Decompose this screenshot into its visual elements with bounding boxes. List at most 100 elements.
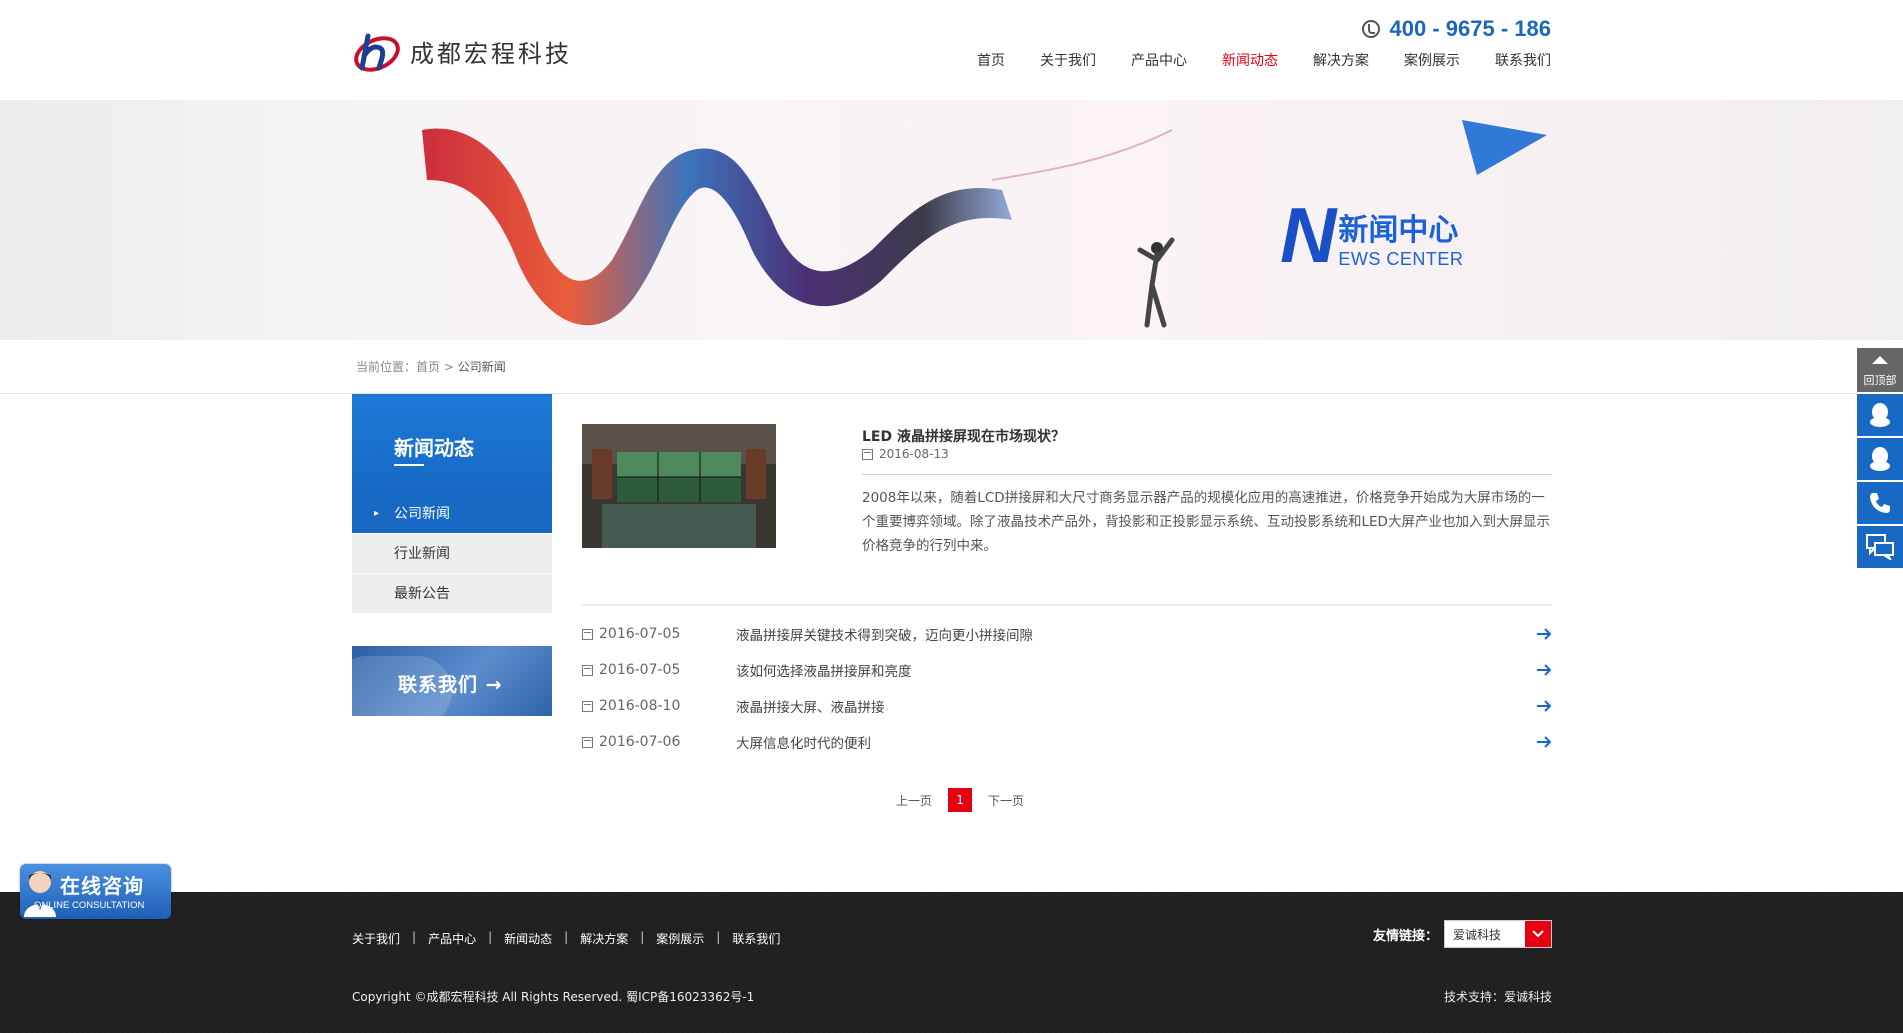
sidebar-title: 新闻动态 — [394, 436, 474, 460]
calendar-icon — [582, 700, 593, 712]
phone-icon — [1361, 20, 1380, 38]
arrow-right-icon[interactable] — [1536, 628, 1552, 640]
arrow-right-icon[interactable] — [1536, 736, 1552, 748]
message-button[interactable] — [1857, 524, 1903, 568]
nav-solutions[interactable]: 解决方案 — [1313, 50, 1369, 70]
news-title[interactable]: 该如何选择液晶拼接屏和亮度 — [736, 660, 912, 680]
nav-news[interactable]: 新闻动态 — [1222, 50, 1278, 70]
featured-news-image[interactable] — [582, 424, 776, 548]
site-footer: 关于我们 | 产品中心 | 新闻动态 | 解决方案 | 案例展示 | 联系我们 … — [0, 892, 1903, 1033]
footer-nav: 关于我们 | 产品中心 | 新闻动态 | 解决方案 | 案例展示 | 联系我们 — [352, 930, 780, 947]
breadcrumb-sep: > — [443, 360, 454, 374]
calendar-icon — [862, 448, 873, 460]
site-header: 成都宏程科技 400 - 9675 - 186 首页 关于我们 产品中心 新闻动… — [0, 0, 1903, 100]
site-logo[interactable]: 成都宏程科技 — [352, 26, 572, 76]
breadcrumb-bar: 当前位置：首页 > 公司新闻 — [0, 340, 1903, 394]
consultation-label-cn: 在线咨询 — [60, 874, 144, 898]
logo-text: 成都宏程科技 — [410, 39, 572, 68]
chat-bubble-icon — [1866, 534, 1894, 560]
news-date: 2016-07-05 — [599, 662, 681, 678]
footer-separator: | — [488, 930, 493, 944]
news-list-item[interactable]: 2016-07-06 大屏信息化时代的便利 — [582, 724, 1552, 760]
breadcrumb: 当前位置：首页 > 公司新闻 — [356, 358, 506, 375]
footer-separator: | — [564, 930, 569, 944]
news-title[interactable]: 大屏信息化时代的便利 — [736, 732, 871, 752]
news-list: 2016-07-05 液晶拼接屏关键技术得到突破，迈向更小拼接间隙 2016-0… — [582, 616, 1552, 760]
news-list-item[interactable]: 2016-08-10 液晶拼接大屏、液晶拼接 — [582, 688, 1552, 724]
news-date: 2016-08-10 — [599, 698, 681, 714]
prev-page-link[interactable]: 上一页 — [896, 792, 932, 809]
footer-separator: | — [640, 930, 645, 944]
footer-link-products[interactable]: 产品中心 — [428, 930, 476, 947]
sidebar-item-announcements[interactable]: 最新公告 — [352, 574, 552, 614]
news-date: 2016-07-05 — [599, 626, 681, 642]
footer-link-contact[interactable]: 联系我们 — [732, 930, 780, 947]
news-date: 2016-07-06 — [599, 734, 681, 750]
hotline-number: 400 - 9675 - 186 — [1389, 16, 1551, 41]
pagination: 上一页 1 下一页 — [896, 788, 1024, 812]
qq-chat-button-1[interactable] — [1857, 392, 1903, 436]
footer-separator: | — [716, 930, 721, 944]
news-list-item[interactable]: 2016-07-05 该如何选择液晶拼接屏和亮度 — [582, 652, 1552, 688]
featured-news-date: 2016-08-13 — [862, 447, 949, 461]
featured-divider — [862, 474, 1552, 475]
copyright-text: Copyright ©成都宏程科技 All Rights Reserved. 蜀… — [352, 990, 755, 1004]
banner-title: N 新闻中心 EWS CENTER — [1280, 191, 1464, 279]
qq-icon — [1870, 403, 1890, 427]
footer-link-about[interactable]: 关于我们 — [352, 930, 400, 947]
page-banner: N 新闻中心 EWS CENTER — [0, 100, 1903, 340]
banner-title-en: EWS CENTER — [1338, 249, 1464, 269]
online-consultation-button[interactable]: 在线咨询 ONLINE CONSULTATION — [20, 864, 171, 919]
consultation-label-en: ONLINE CONSULTATION — [34, 900, 145, 911]
sidebar-title-underline — [394, 464, 424, 466]
tech-support-text: 技术支持：爱诚科技 — [1443, 990, 1552, 1004]
nav-products[interactable]: 产品中心 — [1131, 50, 1187, 70]
sidebar-header: 新闻动态 — [352, 394, 552, 494]
banner-title-cn: 新闻中心 — [1338, 213, 1459, 248]
back-to-top-button[interactable]: 回顶部 — [1857, 348, 1903, 392]
friend-links-selected: 爱诚科技 — [1453, 927, 1502, 942]
banner-big-letter: N — [1280, 191, 1337, 279]
chevron-down-icon[interactable] — [1525, 921, 1551, 947]
arrow-right-icon[interactable] — [1536, 700, 1552, 712]
video-wall-image — [582, 424, 776, 548]
friend-links-select[interactable]: 爱诚科技 — [1444, 920, 1552, 948]
next-page-link[interactable]: 下一页 — [988, 792, 1024, 809]
logo-mark-icon — [354, 33, 400, 72]
calendar-icon — [582, 736, 593, 748]
main-nav: 首页 关于我们 产品中心 新闻动态 解决方案 案例展示 联系我们 — [942, 50, 1551, 70]
friend-links-label: 友情链接： — [1372, 928, 1438, 944]
phone-button[interactable] — [1857, 480, 1903, 524]
featured-news-summary: 2008年以来，随着LCD拼接屏和大尺寸商务显示器产品的规模化应用的高速推进，价… — [862, 490, 1550, 554]
news-list-item[interactable]: 2016-07-05 液晶拼接屏关键技术得到突破，迈向更小拼接间隙 — [582, 616, 1552, 652]
breadcrumb-prefix: 当前位置： — [356, 360, 417, 374]
nav-home[interactable]: 首页 — [977, 50, 1005, 70]
breadcrumb-current[interactable]: 公司新闻 — [458, 360, 506, 374]
floating-toolbar: 回顶部 — [1857, 348, 1903, 568]
footer-link-news[interactable]: 新闻动态 — [504, 930, 552, 947]
sidebar-item-industry-news[interactable]: 行业新闻 — [352, 534, 552, 574]
nav-contact[interactable]: 联系我们 — [1495, 50, 1551, 70]
qq-chat-button-2[interactable] — [1857, 436, 1903, 480]
contact-us-button[interactable]: 联系我们 → — [352, 646, 552, 716]
calendar-icon — [582, 664, 593, 676]
footer-link-cases[interactable]: 案例展示 — [656, 930, 704, 947]
breadcrumb-home[interactable]: 首页 — [416, 360, 440, 374]
qq-icon — [1870, 447, 1890, 471]
news-list-divider — [582, 604, 1552, 606]
contact-us-label: 联系我们 → — [398, 674, 503, 696]
footer-separator: | — [412, 930, 417, 944]
page-number-current[interactable]: 1 — [948, 788, 973, 812]
featured-news-date-text: 2016-08-13 — [879, 447, 949, 461]
featured-news-title[interactable]: LED 液晶拼接屏现在市场现状？ — [862, 426, 1065, 446]
friend-links: 友情链接： 爱诚科技 — [1373, 920, 1552, 948]
nav-cases[interactable]: 案例展示 — [1404, 50, 1460, 70]
nav-about[interactable]: 关于我们 — [1040, 50, 1096, 70]
news-title[interactable]: 液晶拼接屏关键技术得到突破，迈向更小拼接间隙 — [736, 624, 1033, 644]
news-title[interactable]: 液晶拼接大屏、液晶拼接 — [736, 696, 885, 716]
footer-link-solutions[interactable]: 解决方案 — [580, 930, 628, 947]
arrow-right-icon[interactable] — [1536, 664, 1552, 676]
hotline: 400 - 9675 - 186 — [1361, 16, 1551, 42]
phone-icon — [1870, 493, 1890, 513]
sidebar-item-company-news[interactable]: 公司新闻 — [352, 494, 552, 534]
